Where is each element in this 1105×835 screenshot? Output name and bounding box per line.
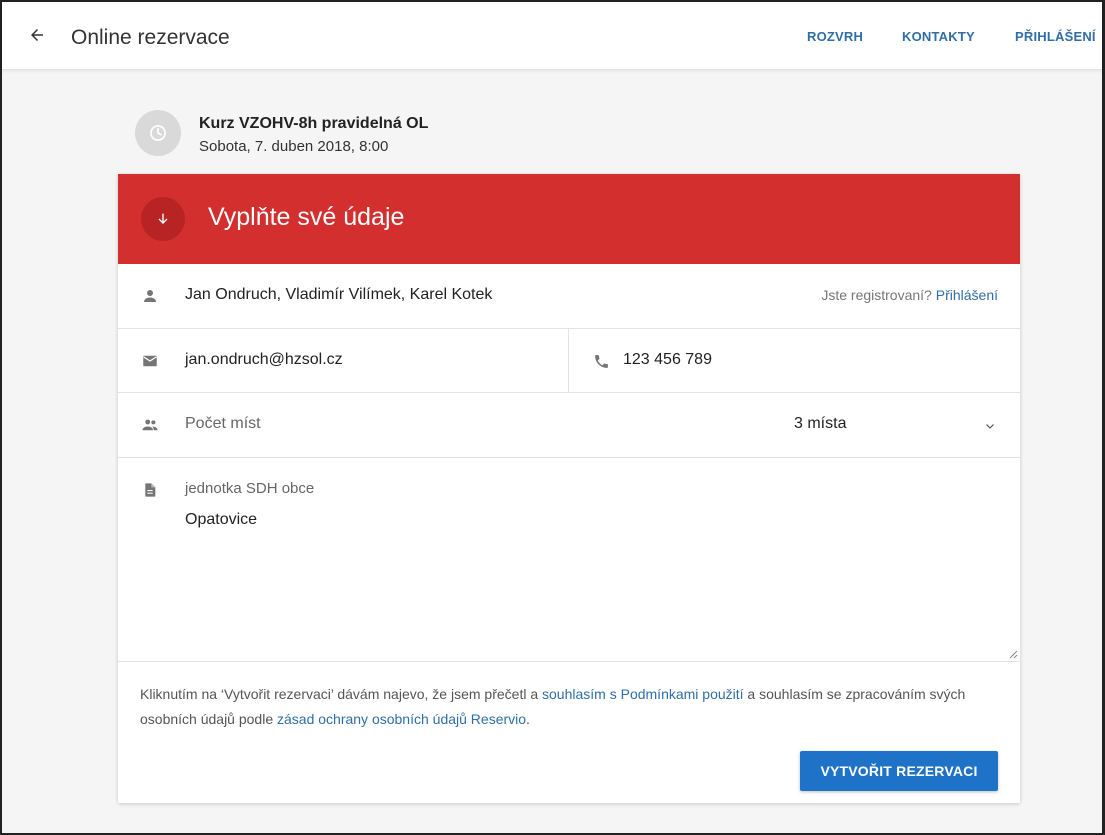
document-icon <box>145 483 156 497</box>
chevron-down-icon[interactable] <box>984 420 996 432</box>
registered-hint: Jste registrovaní? Přihlášení <box>821 287 998 303</box>
consent-text: Kliknutím na ‘Vytvořit rezervaci’ dávám … <box>140 682 1000 732</box>
form-banner: Vyplňte své údaje <box>118 174 1020 264</box>
people-icon <box>142 419 158 431</box>
seats-row[interactable]: Počet míst 3 místa <box>118 393 1020 458</box>
name-row: Jan Ondruch, Vladimír Vilímek, Karel Kot… <box>118 264 1020 329</box>
nav-kontakty[interactable]: KONTAKTY <box>902 29 975 44</box>
privacy-link[interactable]: zásad ochrany osobních údajů Reservio <box>277 711 526 727</box>
arrow-down-icon <box>158 213 168 224</box>
login-link[interactable]: Přihlášení <box>936 287 998 303</box>
email-input[interactable]: jan.ondruch@hzsol.cz <box>185 351 545 369</box>
person-icon <box>144 290 156 302</box>
phone-icon <box>594 354 608 368</box>
reservation-form: Vyplňte své údaje Jan Ondruch, Vladimír … <box>118 174 1020 803</box>
back-arrow-icon <box>31 29 43 41</box>
contact-row: jan.ondruch@hzsol.cz 123 456 789 <box>118 329 1020 393</box>
banner-title: Vyplňte své údaje <box>208 203 405 231</box>
back-button[interactable] <box>24 22 50 48</box>
nav-prihlaseni[interactable]: PŘIHLÁŠENÍ <box>1015 29 1096 44</box>
registered-hint-text: Jste registrovaní? <box>821 287 932 303</box>
consent-part1: Kliknutím na ‘Vytvořit rezervaci’ dávám … <box>140 686 543 702</box>
note-textarea[interactable]: Opatovice <box>185 511 685 529</box>
phone-row-icon <box>591 351 611 371</box>
top-app-bar: Online rezervace ROZVRH KONTAKTY PŘIHLÁŠ… <box>2 2 1102 70</box>
seats-select[interactable]: 3 místa <box>794 415 944 433</box>
phone-input[interactable]: 123 456 789 <box>623 351 983 369</box>
event-avatar <box>135 110 181 156</box>
banner-step-badge <box>141 197 185 241</box>
email-row-icon <box>140 351 160 371</box>
seats-label: Počet míst <box>185 415 261 432</box>
contact-divider <box>568 329 569 392</box>
page-title: Online rezervace <box>71 26 230 49</box>
event-date: Sobota, 7. duben 2018, 8:00 <box>199 138 389 155</box>
consent-part3: . <box>526 711 530 727</box>
event-title: Kurz VZOHV-8h pravidelná OL <box>199 115 429 132</box>
name-row-icon <box>140 286 160 306</box>
note-row[interactable]: jednotka SDH obce Opatovice <box>118 458 1020 662</box>
app-window: Online rezervace ROZVRH KONTAKTY PŘIHLÁŠ… <box>0 0 1105 835</box>
nav-rozvrh[interactable]: ROZVRH <box>807 29 863 44</box>
clock-icon <box>150 125 166 141</box>
note-row-icon <box>140 480 160 500</box>
note-label: jednotka SDH obce <box>185 480 315 497</box>
seats-row-icon <box>140 415 160 435</box>
resize-grip-icon[interactable] <box>1006 647 1018 659</box>
mail-icon <box>143 355 157 367</box>
terms-link[interactable]: souhlasím s Podmínkami použití <box>542 686 744 702</box>
create-reservation-button[interactable]: VYTVOŘIT REZERVACI <box>800 751 998 791</box>
name-input[interactable]: Jan Ondruch, Vladimír Vilímek, Karel Kot… <box>185 286 735 304</box>
